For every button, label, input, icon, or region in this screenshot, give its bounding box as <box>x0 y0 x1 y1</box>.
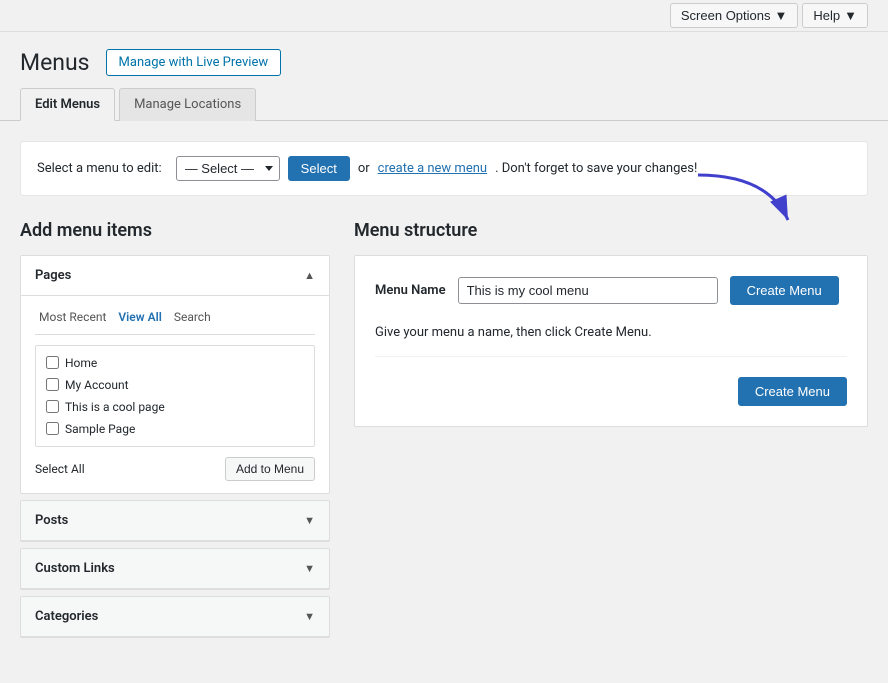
screen-options-label: Screen Options <box>681 8 771 23</box>
chevron-down-icon: ▼ <box>844 8 857 23</box>
add-menu-items-title: Add menu items <box>20 220 330 241</box>
tabs-bar: Edit Menus Manage Locations <box>0 88 888 121</box>
menu-name-input[interactable] <box>458 277 718 304</box>
or-text: or <box>358 161 370 176</box>
list-item: Sample Page <box>36 418 314 440</box>
pages-accordion-label: Pages <box>35 268 71 283</box>
select-menu-bar: Select a menu to edit: — Select — Select… <box>20 141 868 196</box>
page-header: Menus Manage with Live Preview <box>0 32 888 88</box>
menu-structure-title: Menu structure <box>354 220 868 241</box>
page-coolpage-checkbox[interactable] <box>46 400 59 413</box>
tab-edit-menus[interactable]: Edit Menus <box>20 88 115 121</box>
custom-links-accordion-header[interactable]: Custom Links ▼ <box>21 549 329 589</box>
categories-accordion-header[interactable]: Categories ▼ <box>21 597 329 637</box>
menu-footer: Create Menu <box>375 377 847 406</box>
posts-expand-icon: ▼ <box>304 514 315 527</box>
help-button[interactable]: Help ▼ <box>802 3 868 28</box>
pages-collapse-icon: ▲ <box>304 269 315 282</box>
menu-name-label: Menu Name <box>375 283 446 298</box>
screen-options-button[interactable]: Screen Options ▼ <box>670 3 798 28</box>
list-item: This is a cool page <box>36 396 314 418</box>
list-item: My Account <box>36 374 314 396</box>
menu-hint-text: Give your menu a name, then click Create… <box>375 325 847 357</box>
page-title: Menus <box>20 48 90 78</box>
create-menu-button-top[interactable]: Create Menu <box>730 276 839 305</box>
create-new-menu-link[interactable]: create a new menu <box>378 161 487 176</box>
live-preview-button[interactable]: Manage with Live Preview <box>106 49 282 76</box>
categories-expand-icon: ▼ <box>304 610 315 623</box>
select-menu-label: Select a menu to edit: <box>37 161 162 176</box>
menu-structure-box: Menu Name Create Menu Give your menu a n… <box>354 255 868 427</box>
chevron-down-icon: ▼ <box>775 8 788 23</box>
pages-tab-bar: Most Recent View All Search <box>35 308 315 335</box>
add-to-menu-button[interactable]: Add to Menu <box>225 457 315 481</box>
menu-name-row: Menu Name Create Menu <box>375 276 847 305</box>
posts-accordion: Posts ▼ <box>20 500 330 542</box>
two-column-layout: Add menu items Pages ▲ Most Recent View … <box>20 220 868 644</box>
menu-select-dropdown[interactable]: — Select — <box>176 156 280 181</box>
tabs-list: Edit Menus Manage Locations <box>20 88 868 121</box>
list-item: Home <box>36 352 314 374</box>
posts-accordion-header[interactable]: Posts ▼ <box>21 501 329 541</box>
page-home-checkbox[interactable] <box>46 356 59 369</box>
pages-list: Home My Account This is a cool page <box>35 345 315 447</box>
top-bar: Screen Options ▼ Help ▼ <box>0 0 888 32</box>
pages-accordion: Pages ▲ Most Recent View All Search Home <box>20 255 330 494</box>
page-samplepage-label: Sample Page <box>65 422 135 436</box>
page-home-label: Home <box>65 356 97 370</box>
pages-view-all-tab[interactable]: View All <box>114 308 165 326</box>
pages-search-tab[interactable]: Search <box>170 308 215 326</box>
tab-manage-locations[interactable]: Manage Locations <box>119 88 256 121</box>
create-menu-button-bottom[interactable]: Create Menu <box>738 377 847 406</box>
pages-accordion-footer: Select All Add to Menu <box>35 457 315 481</box>
page-myaccount-checkbox[interactable] <box>46 378 59 391</box>
help-label: Help <box>813 8 840 23</box>
save-reminder: . Don't forget to save your changes! <box>495 161 697 176</box>
pages-most-recent-tab[interactable]: Most Recent <box>35 308 110 326</box>
categories-accordion: Categories ▼ <box>20 596 330 638</box>
page-coolpage-label: This is a cool page <box>65 400 165 414</box>
posts-accordion-label: Posts <box>35 513 68 528</box>
menu-structure-panel: Menu structure Menu Name Create Menu Giv… <box>354 220 868 427</box>
custom-links-accordion-label: Custom Links <box>35 561 115 576</box>
select-all-link[interactable]: Select All <box>35 462 85 476</box>
page-myaccount-label: My Account <box>65 378 129 392</box>
main-content: Select a menu to edit: — Select — Select… <box>0 121 888 664</box>
select-menu-button[interactable]: Select <box>288 156 350 181</box>
categories-accordion-label: Categories <box>35 609 98 624</box>
pages-accordion-content: Most Recent View All Search Home My Acco… <box>21 296 329 493</box>
pages-accordion-header[interactable]: Pages ▲ <box>21 256 329 296</box>
custom-links-expand-icon: ▼ <box>304 562 315 575</box>
custom-links-accordion: Custom Links ▼ <box>20 548 330 590</box>
page-samplepage-checkbox[interactable] <box>46 422 59 435</box>
add-menu-items-panel: Add menu items Pages ▲ Most Recent View … <box>20 220 330 644</box>
